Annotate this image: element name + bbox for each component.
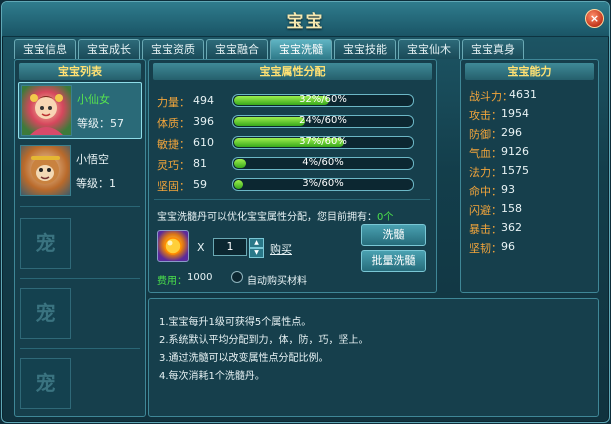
ability-value: 158 (501, 202, 522, 215)
attribute-progress-bar: 3%/60% (232, 178, 414, 191)
owned-count: 0个 (377, 212, 394, 223)
quantity-up-arrow-icon[interactable]: ▲ (249, 238, 264, 248)
ability-label: 闪避： (469, 204, 502, 217)
wash-button[interactable]: 洗髓 (361, 224, 426, 246)
window-title: 宝宝 (286, 12, 325, 32)
buy-link[interactable]: 购买 (270, 241, 292, 257)
pet-list-header: 宝宝列表 (19, 63, 141, 80)
attribute-label: 力量： (157, 96, 190, 109)
auto-buy-checkbox[interactable] (231, 271, 243, 283)
attribute-value: 59 (193, 178, 207, 191)
attribute-progress-bar: 32%/60% (232, 94, 414, 107)
ability-label: 暴击： (469, 223, 502, 236)
attribute-value: 396 (193, 115, 214, 128)
pet-entry-selected[interactable]: 小仙女 等级：57 (18, 82, 142, 139)
tab-pet-skills[interactable]: 宝宝技能 (334, 39, 396, 59)
attribute-progress-bar: 37%/60% (232, 136, 414, 149)
ability-value: 9126 (501, 145, 529, 158)
progress-text: 32%/60% (299, 94, 347, 105)
pet-entry[interactable]: 小悟空 等级：1 (18, 143, 140, 198)
empty-pet-slot[interactable]: 宠 (20, 288, 71, 339)
close-button[interactable]: × (585, 9, 604, 28)
batch-wash-button[interactable]: 批量洗髓 (361, 250, 426, 272)
ability-label: 法力： (469, 166, 502, 179)
ability-value: 1954 (501, 107, 529, 120)
ability-label: 命中： (469, 185, 502, 198)
tab-pet-info[interactable]: 宝宝信息 (14, 39, 76, 59)
divider (154, 199, 430, 200)
attribute-progress-bar: 4%/60% (232, 157, 414, 170)
tab-pet-wash[interactable]: 宝宝洗髓 (270, 39, 332, 60)
tab-pet-aptitude[interactable]: 宝宝资质 (142, 39, 204, 59)
tab-pet-true-form[interactable]: 宝宝真身 (462, 39, 524, 59)
pet-list-panel: 宝宝列表 小仙女 等级：57 小悟空 等级：1 宠 宠 宠 (14, 59, 146, 417)
fairy-avatar-icon (30, 94, 63, 135)
pet-level-label: 等级： (76, 177, 109, 190)
ability-label: 攻击： (469, 109, 502, 122)
tab-pet-fusion[interactable]: 宝宝融合 (206, 39, 268, 59)
progress-text: 4%/60% (302, 157, 344, 168)
attribute-label: 坚固： (157, 180, 190, 193)
divider (20, 348, 140, 349)
attribute-label: 灵巧： (157, 159, 190, 172)
pet-window: 宝宝 × 宝宝信息 宝宝成长 宝宝资质 宝宝融合 宝宝洗髓 宝宝技能 宝宝仙木 … (1, 1, 610, 423)
wash-info: 宝宝洗髓丹可以优化宝宝属性分配，您目前拥有：0个 (157, 208, 393, 223)
ability-label: 防御： (469, 128, 502, 141)
pet-name: 小悟空 (76, 153, 109, 166)
divider (20, 206, 140, 207)
note-line: 1.宝宝每升1级可获得5个属性点。 (159, 317, 312, 328)
ability-panel: 宝宝能力 战斗力： 4631 攻击： 1954 防御： 296 气血： 9126 法力：… (460, 59, 599, 293)
ability-value: 362 (501, 221, 522, 234)
pet-level-value: 57 (110, 117, 124, 130)
attribute-panel: 宝宝属性分配 力量： 494 32%/60% 体质： 396 24%/60% 敏… (148, 59, 437, 293)
empty-pet-slot[interactable]: 宠 (20, 358, 71, 409)
empty-pet-slot[interactable]: 宠 (20, 218, 71, 269)
ability-label: 气血： (469, 147, 502, 160)
pet-level-label: 等级： (77, 117, 110, 130)
ability-value: 1575 (501, 164, 529, 177)
ability-value: 96 (501, 240, 515, 253)
pet-name: 小仙女 (77, 93, 110, 106)
note-line: 2.系统默认平均分配到力，体，防，巧，坚上。 (159, 335, 369, 346)
attribute-value: 81 (193, 157, 207, 170)
multiplier: X (197, 241, 205, 254)
pet-level: 等级：57 (77, 115, 124, 131)
quantity-down-arrow-icon[interactable]: ▼ (249, 248, 264, 258)
ability-label: 坚韧： (469, 242, 502, 255)
ability-label: 战斗力： (469, 90, 513, 103)
auto-buy-label: 自动购买材料 (247, 276, 307, 287)
attribute-progress-bar: 24%/60% (232, 115, 414, 128)
quantity-input[interactable]: 1 (213, 238, 247, 256)
attribute-value: 610 (193, 136, 214, 149)
title-bar[interactable]: 宝宝 × (2, 2, 609, 37)
pet-level: 等级：1 (76, 175, 116, 191)
ability-value: 93 (501, 183, 515, 196)
tab-pet-growth[interactable]: 宝宝成长 (78, 39, 140, 59)
cost-label: 费用： (157, 276, 187, 287)
attribute-value: 494 (193, 94, 214, 107)
wash-pill-item[interactable] (157, 230, 189, 262)
tab-pet-immortal-wood[interactable]: 宝宝仙木 (398, 39, 460, 59)
monkey-avatar-icon (31, 156, 60, 184)
pet-level-value: 1 (109, 177, 116, 190)
notes-panel: 1.宝宝每升1级可获得5个属性点。 2.系统默认平均分配到力，体，防，巧，坚上。… (148, 298, 599, 417)
note-line: 4.每次消耗1个洗髓丹。 (159, 371, 265, 382)
progress-text: 24%/60% (299, 115, 347, 126)
pet-avatar-xiaowukong (20, 145, 71, 196)
attribute-header: 宝宝属性分配 (153, 63, 432, 80)
ability-value: 4631 (509, 88, 537, 101)
ability-header: 宝宝能力 (465, 63, 594, 80)
note-line: 3.通过洗髓可以改变属性点分配比例。 (159, 353, 329, 364)
wash-info-text: 宝宝洗髓丹可以优化宝宝属性分配，您目前拥有： (157, 212, 377, 223)
attribute-label: 敏捷： (157, 138, 190, 151)
progress-text: 37%/60% (299, 136, 347, 147)
attribute-label: 体质： (157, 117, 190, 130)
cost-value: 1000 (187, 272, 213, 283)
wash-pill-icon (164, 237, 182, 255)
progress-text: 3%/60% (302, 178, 344, 189)
ability-value: 296 (501, 126, 522, 139)
pet-avatar-xiaoxiannv (21, 85, 72, 136)
divider (20, 278, 140, 279)
